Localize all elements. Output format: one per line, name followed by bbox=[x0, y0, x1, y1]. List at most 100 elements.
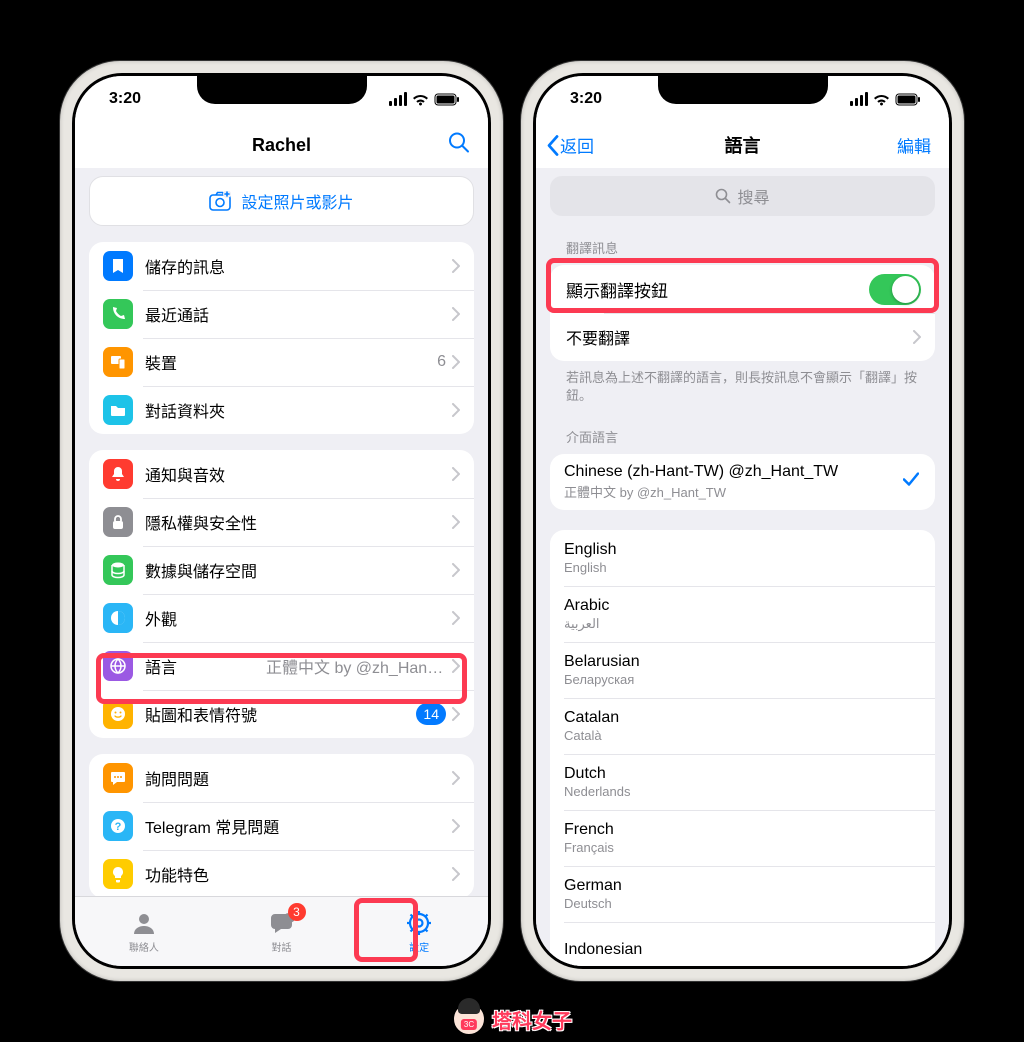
settings-gear-icon bbox=[405, 909, 433, 937]
battery-icon bbox=[895, 93, 921, 106]
wifi-icon bbox=[412, 93, 429, 106]
translate-footnote: 若訊息為上述不翻譯的語言，則長按訊息不會顯示「翻譯」按鈕。 bbox=[566, 369, 919, 405]
language-row[interactable]: CatalanCatalà bbox=[550, 698, 935, 754]
back-button[interactable]: 返回 bbox=[546, 133, 594, 158]
show-translate-label: 顯示翻譯按鈕 bbox=[566, 277, 869, 302]
tab-settings[interactable]: 設定 bbox=[350, 897, 488, 966]
contacts-icon bbox=[130, 909, 158, 937]
language-row[interactable]: Arabicالعربية bbox=[550, 586, 935, 642]
row-value: 6 bbox=[437, 353, 446, 371]
settings-row-bookmark[interactable]: 儲存的訊息 bbox=[89, 242, 474, 290]
watermark: 塔科女子 bbox=[452, 1002, 572, 1036]
data-icon bbox=[103, 555, 133, 585]
show-translate-toggle[interactable] bbox=[869, 274, 921, 305]
language-content: 搜尋 翻譯訊息 顯示翻譯按鈕 不要翻譯 若訊息為上述不翻譯的語言，則長按訊息不會… bbox=[536, 168, 949, 966]
chevron-right-icon bbox=[452, 515, 460, 529]
row-label: 最近通話 bbox=[145, 302, 452, 326]
settings-row-lock[interactable]: 隱私權與安全性 bbox=[89, 498, 474, 546]
notch bbox=[658, 76, 828, 104]
settings-row-sticker[interactable]: 貼圖和表情符號14 bbox=[89, 690, 474, 738]
camera-plus-icon bbox=[209, 191, 231, 211]
settings-row-chat[interactable]: 詢問問題 bbox=[89, 754, 474, 802]
tab-chats[interactable]: 3 對話 bbox=[213, 897, 351, 966]
row-label: Telegram 常見問題 bbox=[145, 814, 452, 838]
globe-icon bbox=[103, 651, 133, 681]
battery-icon bbox=[434, 93, 460, 106]
settings-row-bell[interactable]: 通知與音效 bbox=[89, 450, 474, 498]
cellular-icon bbox=[389, 92, 407, 106]
settings-row-faq[interactable]: ? Telegram 常見問題 bbox=[89, 802, 474, 850]
language-name: Belarusian bbox=[564, 653, 921, 671]
row-label: 貼圖和表情符號 bbox=[145, 702, 416, 726]
row-badge: 14 bbox=[416, 703, 446, 725]
dont-translate-label: 不要翻譯 bbox=[566, 325, 913, 349]
settings-row-devices[interactable]: 裝置6 bbox=[89, 338, 474, 386]
language-native: Nederlands bbox=[564, 784, 921, 799]
row-label: 裝置 bbox=[145, 350, 437, 374]
language-row[interactable]: DutchNederlands bbox=[550, 754, 935, 810]
dont-translate-row[interactable]: 不要翻譯 bbox=[550, 313, 935, 361]
section-header-translate: 翻譯訊息 bbox=[566, 238, 919, 257]
back-label: 返回 bbox=[560, 133, 594, 158]
appearance-icon bbox=[103, 603, 133, 633]
settings-content: 設定照片或影片 儲存的訊息最近通話裝置6對話資料夾通知與音效隱私權與安全性數據與… bbox=[75, 168, 488, 896]
row-label: 外觀 bbox=[145, 606, 452, 630]
current-language-name: Chinese (zh-Hant-TW) @zh_Hant_TW bbox=[564, 463, 921, 481]
row-label: 語言 bbox=[145, 654, 266, 678]
language-row[interactable]: GermanDeutsch bbox=[550, 866, 935, 922]
wifi-icon bbox=[873, 93, 890, 106]
show-translate-row[interactable]: 顯示翻譯按鈕 bbox=[550, 265, 935, 313]
row-value: 正體中文 by @zh_Hant_TW bbox=[266, 654, 446, 678]
settings-row-phone[interactable]: 最近通話 bbox=[89, 290, 474, 338]
mascot-icon bbox=[452, 1002, 486, 1036]
set-photo-label: 設定照片或影片 bbox=[241, 189, 353, 213]
language-name: French bbox=[564, 821, 921, 839]
chevron-right-icon bbox=[452, 467, 460, 481]
chevron-right-icon bbox=[452, 403, 460, 417]
current-language-row[interactable]: Chinese (zh-Hant-TW) @zh_Hant_TW 正體中文 by… bbox=[550, 454, 935, 510]
language-row[interactable]: BelarusianБеларуская bbox=[550, 642, 935, 698]
settings-row-bulb[interactable]: 功能特色 bbox=[89, 850, 474, 896]
watermark-text: 塔科女子 bbox=[492, 1005, 572, 1034]
language-native: Deutsch bbox=[564, 896, 921, 911]
chevron-right-icon bbox=[452, 307, 460, 321]
tab-settings-label: 設定 bbox=[409, 939, 429, 954]
tab-chats-label: 對話 bbox=[272, 939, 292, 954]
row-label: 數據與儲存空間 bbox=[145, 558, 452, 582]
settings-row-appearance[interactable]: 外觀 bbox=[89, 594, 474, 642]
page-title: Rachel bbox=[252, 135, 311, 156]
chevron-right-icon bbox=[452, 867, 460, 881]
chevron-right-icon bbox=[452, 563, 460, 577]
sticker-icon bbox=[103, 699, 133, 729]
tab-contacts-label: 聯絡人 bbox=[129, 939, 159, 954]
settings-row-globe[interactable]: 語言正體中文 by @zh_Hant_TW bbox=[89, 642, 474, 690]
faq-icon: ? bbox=[103, 811, 133, 841]
folder-icon bbox=[103, 395, 133, 425]
chevron-right-icon bbox=[452, 259, 460, 273]
set-photo-button[interactable]: 設定照片或影片 bbox=[89, 176, 474, 226]
chevron-right-icon bbox=[452, 355, 460, 369]
settings-row-data[interactable]: 數據與儲存空間 bbox=[89, 546, 474, 594]
tab-bar: 聯絡人 3 對話 設定 bbox=[75, 896, 488, 966]
settings-row-folder[interactable]: 對話資料夾 bbox=[89, 386, 474, 434]
language-row[interactable]: Indonesian bbox=[550, 922, 935, 966]
tab-contacts[interactable]: 聯絡人 bbox=[75, 897, 213, 966]
language-row[interactable]: EnglishEnglish bbox=[550, 530, 935, 586]
language-row[interactable]: FrenchFrançais bbox=[550, 810, 935, 866]
chats-badge: 3 bbox=[288, 903, 306, 921]
chat-icon bbox=[103, 763, 133, 793]
edit-button[interactable]: 編輯 bbox=[897, 133, 931, 158]
language-name: Indonesian bbox=[564, 941, 921, 959]
search-input[interactable]: 搜尋 bbox=[550, 176, 935, 216]
bulb-icon bbox=[103, 859, 133, 889]
language-native: العربية bbox=[564, 616, 921, 632]
nav-bar: Rachel bbox=[75, 122, 488, 168]
language-name: Catalan bbox=[564, 709, 921, 727]
checkmark-icon bbox=[903, 473, 919, 492]
devices-icon bbox=[103, 347, 133, 377]
row-label: 儲存的訊息 bbox=[145, 254, 452, 278]
page-title: 語言 bbox=[725, 132, 761, 158]
search-button[interactable] bbox=[448, 132, 470, 159]
notch bbox=[197, 76, 367, 104]
cellular-icon bbox=[850, 92, 868, 106]
